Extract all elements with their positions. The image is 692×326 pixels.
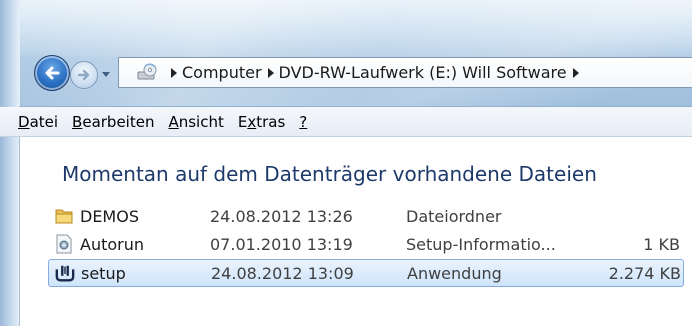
dvd-drive-icon — [137, 62, 159, 84]
menu-datei[interactable]: Datei — [18, 113, 58, 131]
chevron-down-icon — [102, 72, 110, 77]
breadcrumb-computer[interactable]: Computer — [182, 63, 262, 82]
menu-label: earbeiten — [82, 112, 155, 131]
folder-icon — [54, 206, 74, 226]
file-type: Anwendung — [407, 263, 502, 283]
file-row-demos[interactable]: DEMOS 24.08.2012 13:26 Dateiordner — [48, 202, 684, 230]
breadcrumb-separator-icon[interactable] — [572, 67, 579, 78]
glass-sheen — [0, 0, 692, 106]
explorer-window: Computer DVD-RW-Laufwerk (E:) Will Softw… — [0, 0, 692, 326]
file-date: 24.08.2012 13:09 — [211, 263, 354, 283]
back-arrow-icon — [45, 66, 60, 80]
file-date: 24.08.2012 13:26 — [210, 206, 353, 226]
menu-accesskey: x — [247, 112, 257, 131]
menu-bar: Datei Bearbeiten Ansicht Extras ? — [0, 107, 692, 137]
menu-label: nsicht — [178, 112, 224, 131]
back-button[interactable] — [34, 55, 70, 91]
window-left-edge — [0, 0, 20, 326]
file-name: Autorun — [80, 234, 145, 254]
forward-button[interactable] — [70, 61, 98, 89]
menu-extras[interactable]: Extras — [238, 113, 285, 131]
menu-label: E — [237, 112, 248, 131]
file-size: 1 KB — [643, 234, 680, 254]
menu-accesskey: ? — [299, 112, 308, 131]
recent-pages-button[interactable] — [100, 69, 112, 81]
file-type: Setup-Informatio... — [406, 234, 556, 254]
file-row-autorun[interactable]: Autorun 07.01.2010 13:19 Setup-Informati… — [48, 230, 684, 258]
menu-accesskey: A — [168, 112, 179, 131]
setup-information-icon — [54, 234, 74, 254]
menu-label: tras — [256, 112, 286, 131]
menu-ansicht[interactable]: Ansicht — [168, 113, 223, 131]
breadcrumb-separator-icon[interactable] — [171, 67, 177, 78]
list-heading: Momentan auf dem Datenträger vorhandene … — [62, 162, 597, 186]
application-icon — [55, 263, 75, 283]
file-size: 2.274 KB — [608, 263, 681, 283]
address-bar[interactable]: Computer DVD-RW-Laufwerk (E:) Will Softw… — [118, 57, 692, 88]
file-name: setup — [81, 263, 126, 283]
menu-accesskey: B — [72, 112, 83, 131]
file-row-setup[interactable]: setup 24.08.2012 13:09 Anwendung 2.274 K… — [48, 259, 684, 287]
menu-help[interactable]: ? — [299, 113, 307, 131]
file-name: DEMOS — [80, 206, 139, 226]
menu-label: atei — [29, 112, 59, 131]
file-date: 07.01.2010 13:19 — [210, 234, 353, 254]
breadcrumb-dvd-drive[interactable]: DVD-RW-Laufwerk (E:) Will Software — [279, 63, 567, 82]
menu-accesskey: D — [18, 112, 30, 131]
menu-bearbeiten[interactable]: Bearbeiten — [72, 113, 154, 131]
forward-arrow-icon — [77, 69, 90, 81]
file-list-pane: Momentan auf dem Datenträger vorhandene … — [20, 138, 692, 326]
file-type: Dateiordner — [406, 206, 502, 226]
breadcrumb-separator-icon[interactable] — [267, 67, 274, 78]
